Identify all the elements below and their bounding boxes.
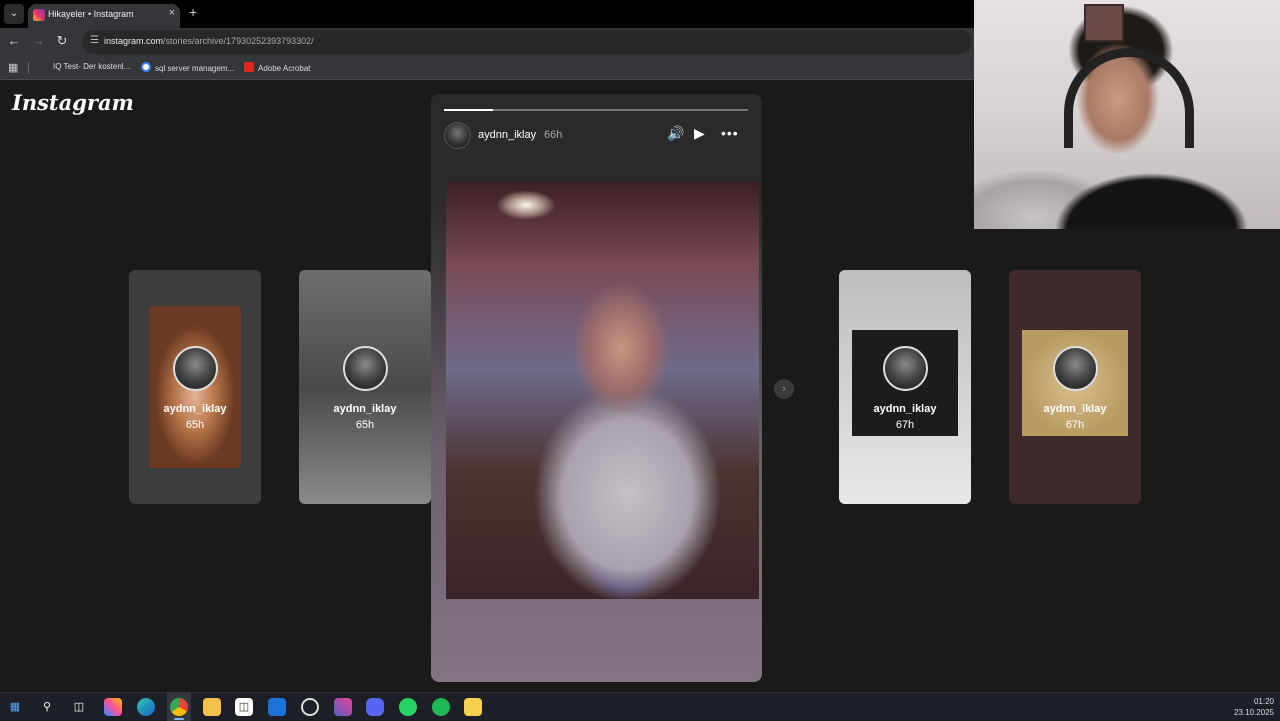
- preview-time: 67h: [1065, 419, 1085, 431]
- avatar: [173, 346, 218, 391]
- system-clock[interactable]: 01:20 23.10.2025: [1234, 696, 1274, 718]
- preview-username: aydnn_iklay: [1043, 403, 1107, 415]
- avatar: [883, 346, 928, 391]
- chrome-icon: [170, 698, 188, 716]
- forward-icon[interactable]: →: [29, 33, 47, 48]
- teams-icon[interactable]: [334, 698, 352, 716]
- tab-instagram[interactable]: Hikayeler • Instagram ×: [28, 4, 180, 28]
- story-progress-fill: [444, 109, 493, 111]
- preview-username: aydnn_iklay: [333, 403, 397, 415]
- headphones: [1064, 48, 1194, 148]
- tab-title: Hikayeler • Instagram: [48, 9, 134, 19]
- chrome-taskbar-button[interactable]: [167, 693, 191, 721]
- avatar[interactable]: [444, 122, 471, 149]
- taskbar: ▦ ⚲ ◫ ◫ 01:20 23.10.2025: [0, 692, 1280, 721]
- new-tab-icon[interactable]: +: [189, 4, 197, 20]
- instagram-logo[interactable]: Instagram: [12, 90, 134, 115]
- instagram-favicon-icon: [33, 9, 45, 21]
- clock-app-icon[interactable]: [301, 698, 319, 716]
- file-explorer-icon[interactable]: [203, 698, 221, 716]
- apps-grid-icon[interactable]: ▦: [8, 61, 18, 74]
- google-icon: [141, 62, 151, 72]
- task-view-icon[interactable]: ◫: [70, 698, 88, 716]
- story-preview[interactable]: aydnn_iklay 67h: [1009, 270, 1141, 504]
- bookmark-adobe-acrobat[interactable]: Adobe Acrobat: [244, 62, 310, 73]
- mute-icon[interactable]: 🔊: [667, 125, 684, 142]
- bookmark-label: Adobe Acrobat: [258, 64, 311, 73]
- play-icon[interactable]: ▶: [694, 125, 705, 142]
- bookmark-sql-server[interactable]: sql server managem...: [141, 62, 234, 73]
- tab-list-icon[interactable]: ⌄: [4, 4, 24, 24]
- webcam-overlay: [974, 0, 1280, 229]
- bookmark-label: sql server managem...: [155, 64, 235, 73]
- preview-time: 65h: [355, 419, 375, 431]
- windows-start-icon[interactable]: ▦: [6, 698, 24, 716]
- sticky-notes-icon[interactable]: [464, 698, 482, 716]
- story-progress-bar: [444, 109, 748, 111]
- search-icon[interactable]: ⚲: [38, 698, 56, 716]
- avatar: [1053, 346, 1098, 391]
- next-arrow-icon[interactable]: ›: [774, 379, 794, 399]
- wall-picture: [1084, 4, 1124, 42]
- whatsapp-icon[interactable]: [399, 698, 417, 716]
- reload-icon[interactable]: ↻: [53, 33, 71, 49]
- discord-icon[interactable]: [366, 698, 384, 716]
- url-host: instagram.com: [104, 36, 164, 46]
- story-time: 66h: [544, 129, 563, 141]
- active-story[interactable]: aydnn_iklay 66h 🔊 ▶ •••: [431, 94, 762, 682]
- story-preview[interactable]: aydnn_iklay 67h: [839, 270, 971, 504]
- bookmark-label: IQ Test- Der kostenl...: [53, 62, 131, 71]
- url-path: /stories/archive/17930252393793302/: [163, 36, 314, 46]
- preview-time: 65h: [185, 419, 205, 431]
- bookmarks-separator: [28, 62, 29, 74]
- more-icon[interactable]: •••: [721, 125, 739, 141]
- back-icon[interactable]: ←: [5, 33, 23, 48]
- address-bar[interactable]: ☰ instagram.com/stories/archive/17930252…: [82, 30, 972, 54]
- story-preview[interactable]: aydnn_iklay 65h: [129, 270, 261, 504]
- story-photo: [446, 182, 759, 599]
- bookmark-iq-test[interactable]: IQ Test- Der kostenl...: [53, 62, 130, 71]
- outlook-icon[interactable]: [268, 698, 286, 716]
- copilot-icon[interactable]: [104, 698, 122, 716]
- clock-date: 23.10.2025: [1233, 708, 1274, 717]
- preview-username: aydnn_iklay: [163, 403, 227, 415]
- tab-close-icon[interactable]: ×: [169, 7, 175, 19]
- photo-light: [496, 190, 556, 220]
- preview-time: 67h: [895, 419, 915, 431]
- acrobat-icon: [244, 62, 254, 72]
- story-username[interactable]: aydnn_iklay: [478, 129, 536, 141]
- avatar: [343, 346, 388, 391]
- preview-username: aydnn_iklay: [873, 403, 937, 415]
- spotify-icon[interactable]: [432, 698, 450, 716]
- edge-icon[interactable]: [137, 698, 155, 716]
- clock-time: 01:20: [1253, 697, 1274, 706]
- story-preview[interactable]: aydnn_iklay 65h: [299, 270, 431, 504]
- store-icon[interactable]: ◫: [235, 698, 253, 716]
- url-text: instagram.com/stories/archive/1793025239…: [104, 36, 314, 46]
- site-info-icon[interactable]: ☰: [90, 35, 99, 46]
